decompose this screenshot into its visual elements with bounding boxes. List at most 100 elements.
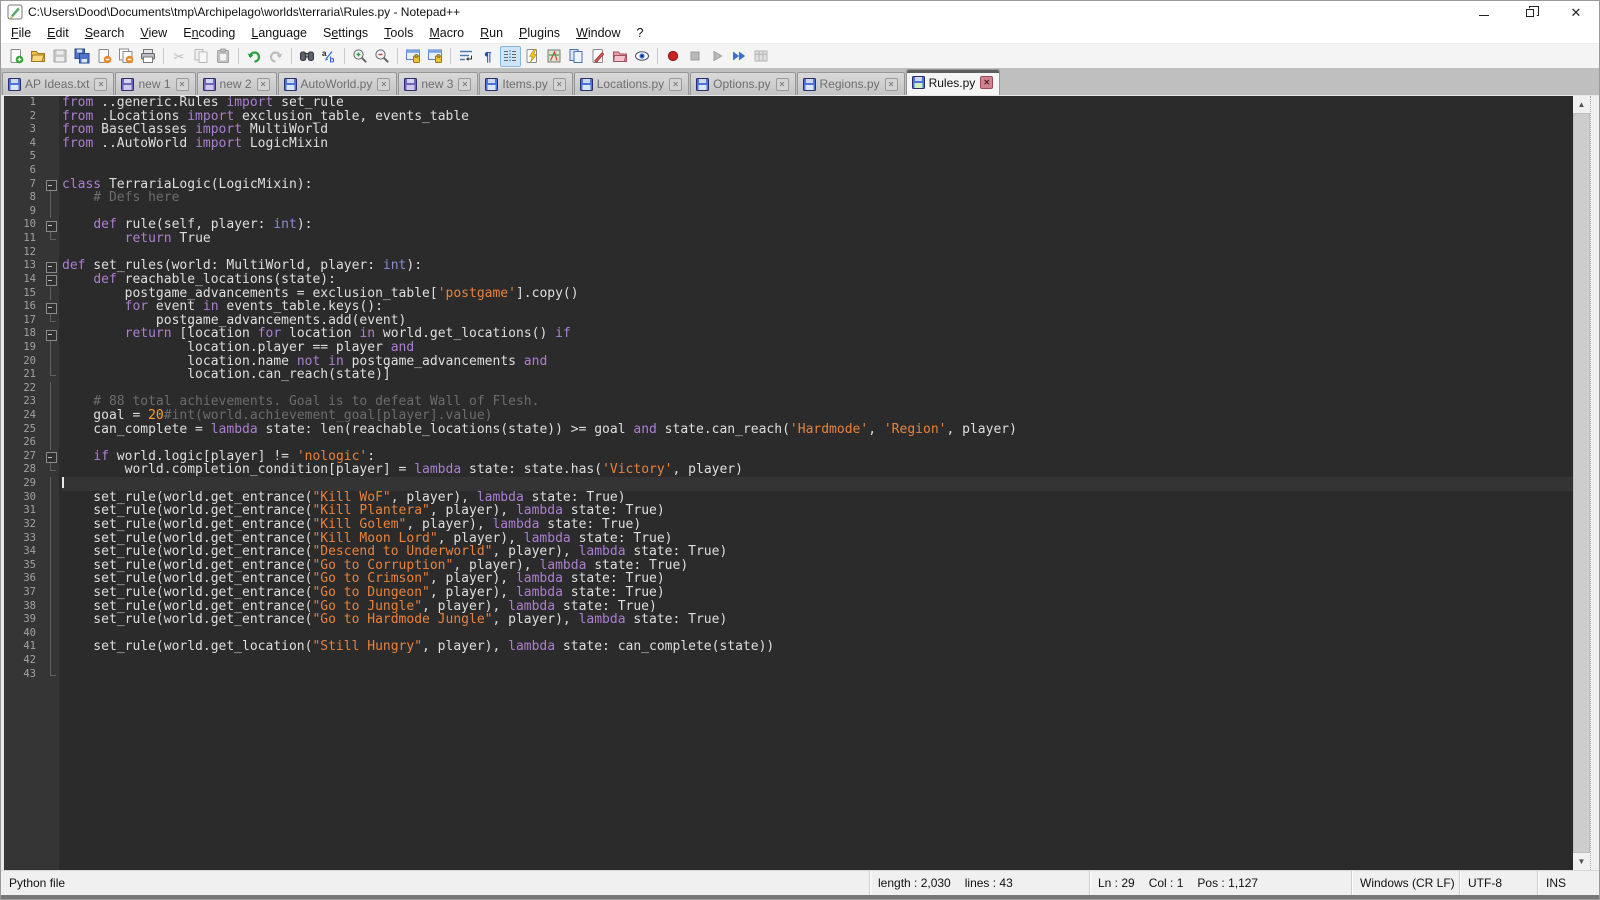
menu-item-plugins[interactable]: Plugins bbox=[511, 24, 568, 42]
menu-item-view[interactable]: View bbox=[132, 24, 175, 42]
code-line[interactable]: set_rule(world.get_entrance("Go to Hardm… bbox=[62, 613, 1573, 627]
code-line[interactable]: goal = 20#int(world.achievement_goal[pla… bbox=[62, 409, 1573, 423]
tab-close-icon[interactable]: ✕ bbox=[669, 78, 682, 91]
close-doc-icon[interactable] bbox=[94, 46, 115, 67]
fold-collapse-box[interactable] bbox=[42, 327, 59, 341]
macro-run-multi-icon[interactable] bbox=[729, 46, 750, 67]
menu-item-tools[interactable]: Tools bbox=[376, 24, 421, 42]
code-line[interactable]: world.completion_condition[player] = lam… bbox=[62, 463, 1573, 477]
macro-play-icon[interactable] bbox=[707, 46, 728, 67]
tab-rules-py[interactable]: Rules.py✕ bbox=[906, 69, 1001, 95]
tab-ap-ideas-txt[interactable]: AP Ideas.txt✕ bbox=[2, 72, 114, 95]
tab-locations-py[interactable]: Locations.py✕ bbox=[574, 72, 689, 95]
tab-close-icon[interactable]: ✕ bbox=[553, 78, 566, 91]
fold-collapse-box[interactable] bbox=[42, 300, 59, 314]
code-line[interactable]: from BaseClasses import MultiWorld bbox=[62, 123, 1573, 137]
tab-close-icon[interactable]: ✕ bbox=[885, 78, 898, 91]
code-line[interactable]: from .Locations import exclusion_table, … bbox=[62, 110, 1573, 124]
macro-record-icon[interactable] bbox=[663, 46, 684, 67]
scroll-down-arrow[interactable]: ▼ bbox=[1573, 853, 1590, 870]
tab-new-2[interactable]: new 2✕ bbox=[197, 72, 277, 95]
menu-item-encoding[interactable]: Encoding bbox=[175, 24, 243, 42]
scroll-up-arrow[interactable]: ▲ bbox=[1573, 96, 1590, 113]
sync-horizontal-icon[interactable] bbox=[425, 46, 446, 67]
window-resize-edge[interactable] bbox=[1590, 96, 1599, 870]
code-line[interactable]: for event in events_table.keys(): bbox=[62, 300, 1573, 314]
tab-close-icon[interactable]: ✕ bbox=[458, 78, 471, 91]
code-line[interactable] bbox=[62, 477, 1573, 491]
code-line[interactable]: set_rule(world.get_entrance("Descend to … bbox=[62, 545, 1573, 559]
menu-item-window[interactable]: Window bbox=[568, 24, 628, 42]
tab-new-1[interactable]: new 1✕ bbox=[115, 72, 195, 95]
tab-close-icon[interactable]: ✕ bbox=[176, 78, 189, 91]
copy-icon[interactable] bbox=[191, 46, 212, 67]
show-all-chars-icon[interactable]: ¶ bbox=[478, 46, 499, 67]
redo-icon[interactable] bbox=[266, 46, 287, 67]
code-line[interactable]: postgame_advancements = exclusion_table[… bbox=[62, 287, 1573, 301]
code-line[interactable]: set_rule(world.get_location("Still Hungr… bbox=[62, 640, 1573, 654]
paste-icon[interactable] bbox=[213, 46, 234, 67]
find-icon[interactable] bbox=[297, 46, 318, 67]
code-line[interactable]: return [location for location in world.g… bbox=[62, 327, 1573, 341]
menu-item-edit[interactable]: Edit bbox=[39, 24, 77, 42]
fold-collapse-box[interactable] bbox=[42, 218, 59, 232]
tab-items-py[interactable]: Items.py✕ bbox=[479, 72, 572, 95]
menu-item-file[interactable]: File bbox=[3, 24, 39, 42]
tab-close-icon[interactable]: ✕ bbox=[980, 76, 993, 89]
style-token-icon[interactable] bbox=[588, 46, 609, 67]
tab-autoworld-py[interactable]: AutoWorld.py✕ bbox=[278, 72, 398, 95]
code-line[interactable]: def set_rules(world: MultiWorld, player:… bbox=[62, 259, 1573, 273]
code-line[interactable] bbox=[62, 654, 1573, 668]
word-wrap-icon[interactable] bbox=[456, 46, 477, 67]
zoom-out-icon[interactable] bbox=[372, 46, 393, 67]
cut-icon[interactable]: ✂ bbox=[169, 46, 190, 67]
code-line[interactable]: from ..AutoWorld import LogicMixin bbox=[62, 137, 1573, 151]
code-line[interactable]: class TerrariaLogic(LogicMixin): bbox=[62, 178, 1573, 192]
code-line[interactable]: location.name not in postgame_advancemen… bbox=[62, 355, 1573, 369]
tab-regions-py[interactable]: Regions.py✕ bbox=[797, 72, 905, 95]
menu-item-language[interactable]: Language bbox=[243, 24, 315, 42]
code-line[interactable] bbox=[62, 382, 1573, 396]
code-line[interactable]: def reachable_locations(state): bbox=[62, 273, 1573, 287]
fold-collapse-box[interactable] bbox=[42, 259, 59, 273]
fold-collapse-box[interactable] bbox=[42, 450, 59, 464]
code-line[interactable] bbox=[62, 164, 1573, 178]
macro-save-icon[interactable] bbox=[751, 46, 772, 67]
restore-button[interactable] bbox=[1507, 1, 1553, 23]
menu-item-search[interactable]: Search bbox=[77, 24, 133, 42]
undo-icon[interactable] bbox=[244, 46, 265, 67]
code-line[interactable]: postgame_advancements.add(event) bbox=[62, 314, 1573, 328]
code-line[interactable]: set_rule(world.get_entrance("Kill Plante… bbox=[62, 504, 1573, 518]
code-line[interactable] bbox=[62, 246, 1573, 260]
code-line[interactable]: def rule(self, player: int): bbox=[62, 218, 1573, 232]
code-line[interactable]: if world.logic[player] != 'nologic': bbox=[62, 450, 1573, 464]
code-line[interactable]: # 88 total achievements. Goal is to defe… bbox=[62, 395, 1573, 409]
code-line[interactable]: set_rule(world.get_entrance("Kill WoF", … bbox=[62, 491, 1573, 505]
tab-new-3[interactable]: new 3✕ bbox=[398, 72, 478, 95]
code-line[interactable]: from ..generic.Rules import set_rule bbox=[62, 96, 1573, 110]
doc-map-icon[interactable] bbox=[544, 46, 565, 67]
save-icon[interactable] bbox=[50, 46, 71, 67]
minimize-button[interactable] bbox=[1461, 1, 1507, 23]
tab-options-py[interactable]: Options.py✕ bbox=[690, 72, 795, 95]
code-line[interactable]: set_rule(world.get_entrance("Go to Corru… bbox=[62, 559, 1573, 573]
code-line[interactable] bbox=[62, 668, 1573, 682]
replace-icon[interactable]: ab bbox=[319, 46, 340, 67]
code-line[interactable]: location.player == player and bbox=[62, 341, 1573, 355]
save-all-icon[interactable] bbox=[72, 46, 93, 67]
new-file-icon[interactable] bbox=[6, 46, 27, 67]
code-line[interactable]: return True bbox=[62, 232, 1573, 246]
tab-close-icon[interactable]: ✕ bbox=[94, 78, 107, 91]
menu-item-macro[interactable]: Macro bbox=[421, 24, 472, 42]
open-folder-icon[interactable] bbox=[28, 46, 49, 67]
code-line[interactable] bbox=[62, 627, 1573, 641]
close-all-icon[interactable] bbox=[116, 46, 137, 67]
code-line[interactable]: set_rule(world.get_entrance("Go to Dunge… bbox=[62, 586, 1573, 600]
monitoring-eye-icon[interactable] bbox=[632, 46, 653, 67]
tab-close-icon[interactable]: ✕ bbox=[776, 78, 789, 91]
function-list-icon[interactable] bbox=[522, 46, 543, 67]
fold-collapse-box[interactable] bbox=[42, 273, 59, 287]
vertical-scrollbar[interactable]: ▲ ▼ bbox=[1573, 96, 1590, 870]
code-line[interactable]: can_complete = lambda state: len(reachab… bbox=[62, 423, 1573, 437]
menu-item-[interactable]: ? bbox=[629, 24, 652, 42]
